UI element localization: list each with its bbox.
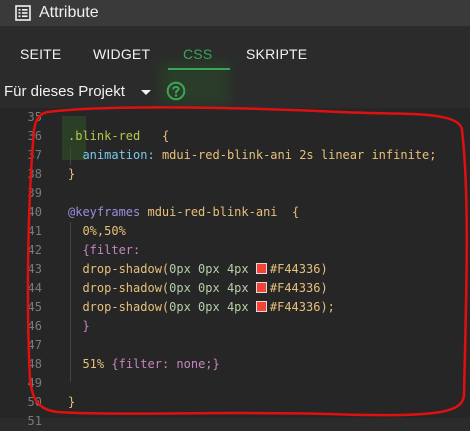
- tab-widget[interactable]: WIDGET: [93, 46, 150, 62]
- code-line: 51: [0, 412, 470, 431]
- code-line: 38}: [0, 165, 470, 184]
- line-number: 51: [27, 414, 42, 428]
- code-line: 45 drop-shadow(0px 0px 4px #F44336);: [0, 298, 470, 317]
- tab-css[interactable]: CSS: [183, 46, 212, 62]
- line-number: 38: [27, 167, 42, 181]
- paren: );: [320, 300, 335, 314]
- brace: }: [68, 167, 76, 181]
- color-hex: #F44336: [269, 262, 321, 276]
- paren: ): [320, 262, 328, 276]
- keyframe-selector: 0%,50%: [82, 224, 126, 238]
- line-number: 47: [27, 338, 42, 352]
- line-number: 50: [27, 395, 42, 409]
- at-rule: @keyframes: [68, 205, 141, 219]
- line-number: 48: [27, 357, 42, 371]
- line-number: 42: [27, 243, 42, 257]
- question-circle-icon[interactable]: [166, 81, 186, 101]
- brace: }: [68, 395, 76, 409]
- tab-bar: SEITE WIDGET CSS SKRIPTE: [0, 34, 470, 106]
- code-line: 48 51% {filter: none;}: [0, 355, 470, 374]
- line-number: 43: [27, 262, 42, 276]
- window-titlebar: Attribute: [0, 0, 470, 26]
- line-number: 35: [27, 110, 42, 124]
- brace: }: [82, 319, 90, 333]
- css-property: animation:: [82, 148, 155, 162]
- code-line: 41 0%,50%: [0, 222, 470, 241]
- css-args: 0px 0px 4px: [169, 262, 249, 276]
- code-line: 43 drop-shadow(0px 0px 4px #F44336): [0, 260, 470, 279]
- code-line: 42 {filter:: [0, 241, 470, 260]
- brace: {: [161, 129, 170, 143]
- scope-bar: Für dieses Projekt: [0, 76, 470, 106]
- css-function: drop-shadow(: [82, 300, 170, 314]
- code-line: 46 }: [0, 317, 470, 336]
- css-args: 0px 0px 4px: [169, 300, 249, 314]
- tab-seite[interactable]: SEITE: [20, 46, 61, 62]
- css-function: drop-shadow(: [82, 262, 170, 276]
- active-tab-indicator: [168, 68, 230, 70]
- color-swatch[interactable]: [255, 282, 267, 293]
- line-number: 49: [27, 376, 42, 390]
- code-line: 50}: [0, 393, 470, 412]
- keyframe-selector: 51%: [82, 357, 105, 371]
- line-number: 37: [27, 148, 42, 162]
- color-swatch[interactable]: [255, 263, 267, 274]
- color-hex: #F44336: [269, 281, 321, 295]
- css-selector: .blink-red: [68, 129, 141, 143]
- code-line: 39: [0, 184, 470, 203]
- tab-skripte[interactable]: SKRIPTE: [246, 46, 307, 62]
- code-line: 35: [0, 108, 470, 127]
- paren: ): [320, 281, 328, 295]
- filter-open: {filter:: [82, 243, 141, 257]
- scope-dropdown[interactable]: Für dieses Projekt: [4, 83, 125, 100]
- code-line: 44 drop-shadow(0px 0px 4px #F44336): [0, 279, 470, 298]
- code-editor[interactable]: 35 36 .blink-red { 37 animation: mdui-red…: [0, 108, 470, 428]
- line-number: 46: [27, 319, 42, 333]
- keyframes-name: mdui-red-blink-ani: [147, 205, 278, 219]
- css-function: drop-shadow(: [82, 281, 170, 295]
- window-title: Attribute: [39, 4, 99, 21]
- chevron-down-icon[interactable]: [141, 90, 151, 95]
- code-line: 37 animation: mdui-red-blink-ani 2s line…: [0, 146, 470, 165]
- line-number: 45: [27, 300, 42, 314]
- brace: {: [291, 205, 300, 219]
- code-line: 36 .blink-red {: [0, 127, 470, 146]
- code-line: 47: [0, 336, 470, 355]
- color-hex: #F44336: [269, 300, 321, 314]
- code-line: 40 @keyframes mdui-red-blink-ani {: [0, 203, 470, 222]
- css-value: mdui-red-blink-ani 2s linear infinite;: [161, 148, 437, 162]
- list-icon: [15, 5, 31, 21]
- line-number: 44: [27, 281, 42, 295]
- line-number: 36: [27, 129, 42, 143]
- code-line: 49: [0, 374, 470, 393]
- line-number: 39: [27, 186, 42, 200]
- line-number: 40: [27, 205, 42, 219]
- line-number: 41: [27, 224, 42, 238]
- css-args: 0px 0px 4px: [169, 281, 249, 295]
- filter-rule: {filter: none;}: [111, 357, 220, 371]
- color-swatch[interactable]: [255, 301, 267, 312]
